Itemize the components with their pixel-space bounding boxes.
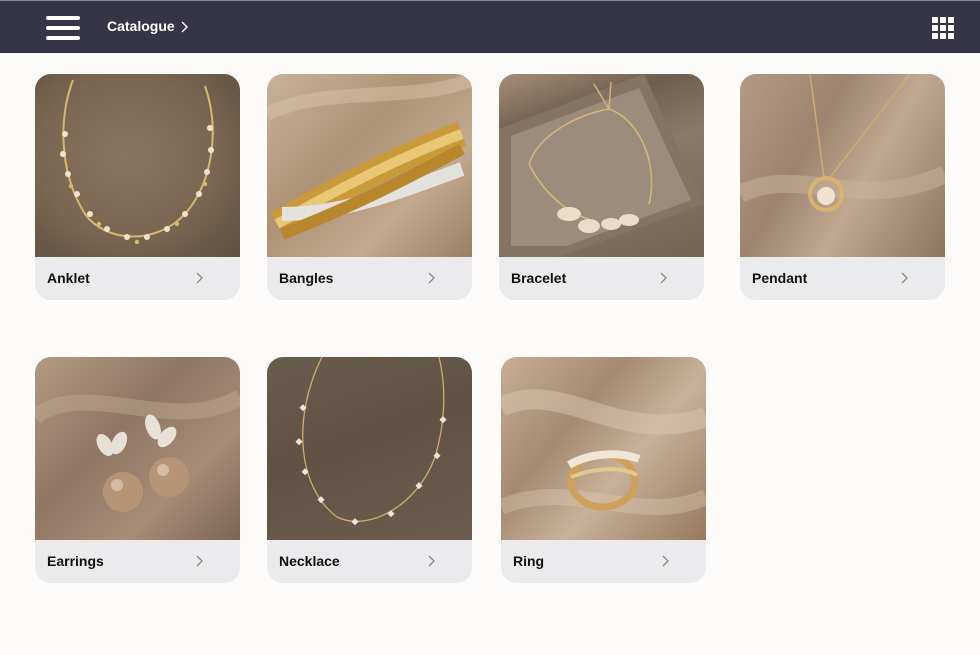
catalogue-card-ring[interactable]: Ring — [501, 357, 706, 583]
apps-grid-icon[interactable] — [932, 17, 954, 39]
catalogue-card-label: Pendant — [752, 270, 808, 286]
pendant-photo — [740, 74, 945, 257]
catalogue-card-label: Earrings — [47, 553, 104, 569]
catalogue-card-bangles[interactable]: Bangles — [267, 74, 472, 300]
catalogue-card-label: Bracelet — [511, 270, 567, 286]
chevron-right-icon — [181, 21, 188, 33]
catalogue-card-pendant[interactable]: Pendant — [740, 74, 945, 300]
catalogue-card-label: Anklet — [47, 270, 90, 286]
hamburger-menu-icon[interactable] — [44, 14, 82, 42]
ring-photo — [501, 357, 706, 540]
catalogue-card-label: Ring — [513, 553, 545, 569]
necklace-photo — [267, 357, 472, 540]
chevron-right-icon — [196, 555, 203, 567]
catalogue-card-label: Bangles — [279, 270, 334, 286]
catalogue-card-label: Necklace — [279, 553, 340, 569]
bangles-photo — [267, 74, 472, 257]
catalogue-card-bracelet[interactable]: Bracelet — [499, 74, 704, 300]
catalogue-card-necklace[interactable]: Necklace — [267, 357, 472, 583]
chevron-right-icon — [662, 555, 669, 567]
bracelet-photo — [499, 74, 704, 257]
anklet-photo — [35, 74, 240, 257]
top-navigation-bar: Catalogue — [0, 0, 980, 53]
chevron-right-icon — [660, 272, 667, 284]
breadcrumb-catalogue[interactable]: Catalogue — [107, 18, 175, 34]
catalogue-card-earrings[interactable]: Earrings — [35, 357, 240, 583]
earrings-photo — [35, 357, 240, 540]
chevron-right-icon — [196, 272, 203, 284]
chevron-right-icon — [428, 272, 435, 284]
chevron-right-icon — [901, 272, 908, 284]
chevron-right-icon — [428, 555, 435, 567]
catalogue-card-anklet[interactable]: Anklet — [35, 74, 240, 300]
